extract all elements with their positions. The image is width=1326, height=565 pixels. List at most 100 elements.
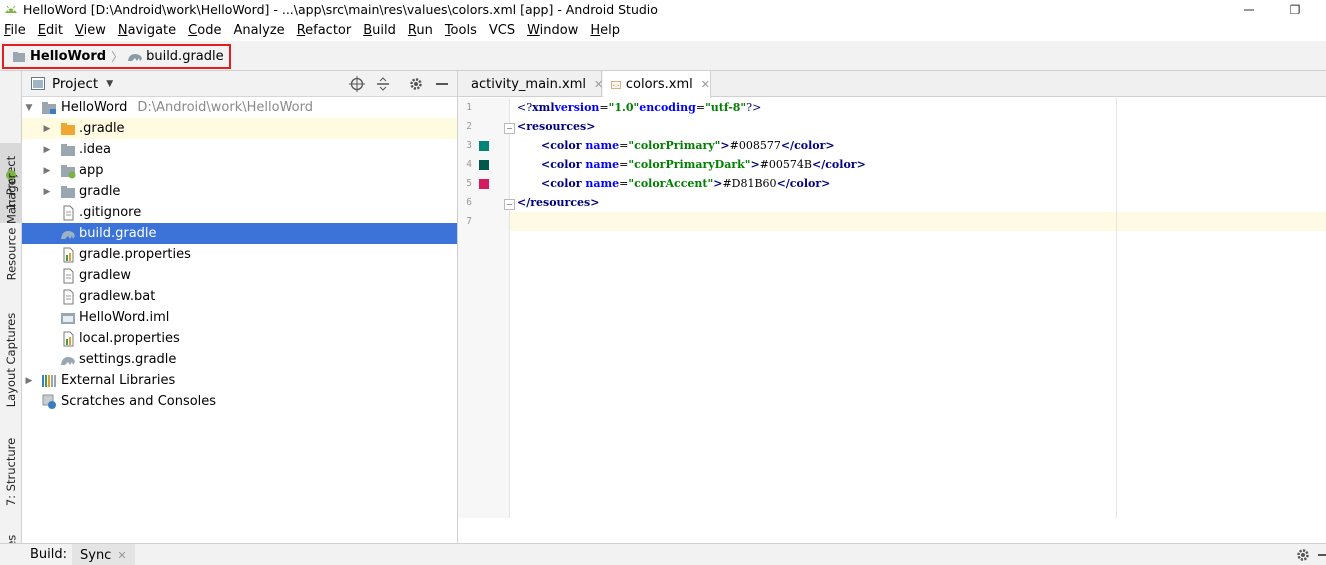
- tab-colors-xml[interactable]: <> colors.xml ✕: [603, 71, 711, 98]
- orange-folder-icon: [61, 123, 75, 135]
- line-number: 5: [466, 178, 472, 189]
- close-icon[interactable]: ✕: [594, 78, 603, 91]
- menu-window[interactable]: Window: [527, 23, 578, 38]
- project-view-icon: [31, 77, 45, 90]
- folder-icon: [61, 186, 75, 198]
- tab-resource-manager[interactable]: Resource Manager: [0, 167, 22, 287]
- gradle-elephant-icon: [61, 357, 75, 365]
- project-folder-icon: [13, 51, 25, 62]
- line-number: 2: [466, 121, 472, 132]
- tree-label: Scratches and Consoles: [61, 394, 217, 409]
- code-line: <resources>: [517, 120, 596, 133]
- iml-file-icon: [61, 313, 75, 324]
- locate-file-icon[interactable]: [348, 75, 366, 93]
- menu-bar: File Edit View Navigate Code Analyze Ref…: [0, 19, 1326, 41]
- project-tree: ▼ HelloWord D:\Android\work\HelloWord ▶ .…: [22, 97, 457, 412]
- minimize-icon: [1244, 9, 1254, 10]
- color-swatch-primary-dark[interactable]: [479, 160, 489, 170]
- collapsed-arrow-icon[interactable]: ▶: [42, 124, 52, 134]
- menu-vcs[interactable]: VCS: [489, 23, 515, 38]
- project-view-selector[interactable]: Project: [52, 76, 98, 92]
- line-number: 1: [466, 102, 472, 113]
- tree-label: gradlew: [79, 268, 132, 283]
- collapsed-arrow-icon[interactable]: ▶: [42, 145, 52, 155]
- tree-label: External Libraries: [61, 373, 176, 388]
- tree-node-settings-gradle[interactable]: settings.gradle: [22, 349, 457, 370]
- collapsed-arrow-icon[interactable]: ▶: [42, 187, 52, 197]
- menu-refactor[interactable]: Refactor: [297, 23, 352, 38]
- minimize-button[interactable]: [1236, 0, 1262, 19]
- menu-navigate[interactable]: Navigate: [118, 23, 176, 38]
- bottom-tool-bar: Build: Sync ✕: [0, 543, 1326, 565]
- gradle-elephant-icon: [61, 231, 75, 239]
- tree-node-gradlew-bat[interactable]: gradlew.bat: [22, 286, 457, 307]
- color-swatch-accent[interactable]: [479, 179, 489, 189]
- libraries-icon: [42, 375, 56, 387]
- tree-node-app[interactable]: ▶ app: [22, 160, 457, 181]
- code-text-area[interactable]: <? xml version = "1.0" encoding = "utf-8" ?> <…: [510, 98, 1326, 518]
- properties-file-icon: [63, 247, 74, 263]
- code-line: </resources>: [517, 196, 600, 209]
- code-line: <color name = "colorPrimary" > #008577 </colo…: [541, 139, 835, 152]
- tree-node-external-libraries[interactable]: ▶ External Libraries: [22, 370, 457, 391]
- breadcrumb-file[interactable]: build.gradle: [146, 49, 224, 64]
- text-file-icon: [63, 205, 74, 221]
- menu-run[interactable]: Run: [408, 23, 433, 38]
- collapsed-arrow-icon[interactable]: ▶: [42, 166, 52, 176]
- tree-node-local-properties[interactable]: local.properties: [22, 328, 457, 349]
- gear-icon[interactable]: [1296, 548, 1310, 562]
- tab-layout-captures[interactable]: Layout Captures: [0, 305, 22, 415]
- tree-node-gitignore[interactable]: .gitignore: [22, 202, 457, 223]
- tree-node-root[interactable]: ▼ HelloWord D:\Android\work\HelloWord: [22, 97, 457, 118]
- gear-icon[interactable]: [407, 75, 425, 93]
- menu-help[interactable]: Help: [590, 23, 620, 38]
- editor-footer: [458, 518, 1326, 543]
- line-number: 7: [466, 216, 472, 227]
- navigation-toolbar: HelloWord 〉 build.gradle app ▼: [0, 41, 1326, 108]
- expanded-arrow-icon[interactable]: ▼: [24, 103, 34, 113]
- tree-label: gradle.properties: [79, 247, 191, 262]
- text-file-icon: [63, 289, 74, 305]
- menu-code[interactable]: Code: [188, 23, 221, 38]
- tab-label: colors.xml: [625, 77, 693, 92]
- tree-node-dot-gradle[interactable]: ▶ .gradle: [22, 118, 457, 139]
- tree-node-idea[interactable]: ▶ .idea: [22, 139, 457, 160]
- tree-node-build-gradle[interactable]: build.gradle: [22, 223, 457, 244]
- tree-label: build.gradle: [79, 226, 157, 241]
- line-number: 6: [466, 197, 472, 208]
- close-icon[interactable]: ✕: [117, 549, 126, 562]
- tab-activity-main-xml[interactable]: <> activity_main.xml ✕: [458, 71, 603, 97]
- left-tool-stripe: 1: Project Resource Manager Layout Captu…: [0, 71, 22, 565]
- tab-structure[interactable]: 7: Structure: [0, 427, 22, 517]
- menu-tools[interactable]: Tools: [445, 23, 477, 38]
- current-line: [510, 212, 1326, 231]
- tree-node-gradlew[interactable]: gradlew: [22, 265, 457, 286]
- tree-label: .idea: [79, 142, 111, 157]
- text-file-icon: [63, 268, 74, 284]
- build-label: Build:: [30, 547, 68, 562]
- collapse-all-icon[interactable]: [374, 75, 392, 93]
- editor-area: <> activity_main.xml ✕ <> colors.xml ✕ 1…: [458, 71, 1326, 543]
- restore-button[interactable]: ❐: [1282, 0, 1308, 19]
- line-number: 4: [466, 159, 472, 170]
- tree-node-scratches[interactable]: Scratches and Consoles: [22, 391, 457, 412]
- tree-node-gradle[interactable]: ▶ gradle: [22, 181, 457, 202]
- color-swatch-primary[interactable]: [479, 141, 489, 151]
- line-number: 3: [466, 140, 472, 151]
- collapsed-arrow-icon[interactable]: ▶: [24, 376, 34, 386]
- android-studio-logo-icon: [5, 5, 17, 13]
- close-icon[interactable]: ✕: [701, 78, 710, 91]
- breadcrumb-project[interactable]: HelloWord: [30, 49, 106, 64]
- hide-panel-icon[interactable]: [1318, 553, 1326, 557]
- tree-node-iml[interactable]: HelloWord.iml: [22, 307, 457, 328]
- menu-file[interactable]: File: [4, 23, 26, 38]
- chevron-down-icon[interactable]: ▼: [106, 79, 113, 89]
- menu-view[interactable]: View: [75, 23, 106, 38]
- menu-analyze[interactable]: Analyze: [233, 23, 284, 38]
- tree-node-gradle-properties[interactable]: gradle.properties: [22, 244, 457, 265]
- tab-sync[interactable]: Sync ✕: [72, 544, 135, 565]
- hide-panel-icon[interactable]: [433, 75, 451, 93]
- menu-build[interactable]: Build: [363, 23, 396, 38]
- chevron-right-icon: 〉: [111, 50, 124, 64]
- menu-edit[interactable]: Edit: [38, 23, 63, 38]
